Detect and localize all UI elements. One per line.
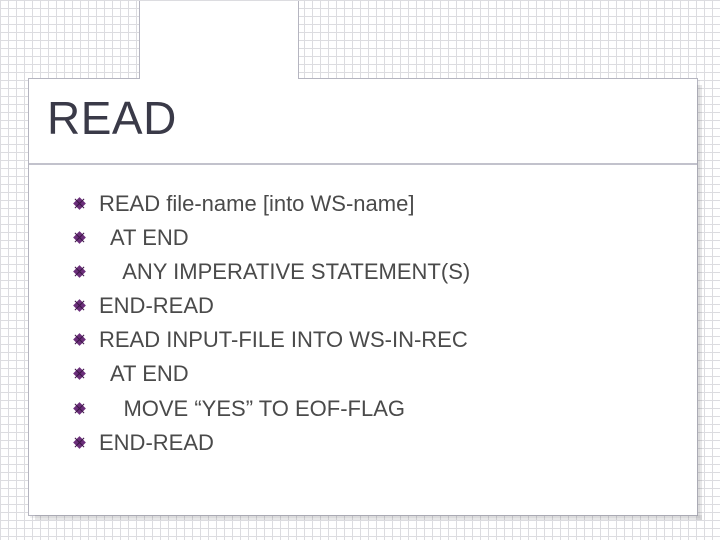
diamond-bullet-icon [73, 333, 86, 346]
diamond-bullet-icon [73, 231, 86, 244]
list-item-text: AT END [99, 361, 189, 386]
diamond-bullet-icon [73, 436, 86, 449]
panel-tab [139, 1, 299, 79]
list-item: ANY IMPERATIVE STATEMENT(S) [99, 255, 697, 289]
diamond-bullet-icon [73, 197, 86, 210]
slide-title: READ [29, 79, 697, 163]
slide-background: READ READ file-name [into WS-name] AT EN… [0, 0, 720, 540]
title-divider [29, 163, 697, 165]
list-item-text: END-READ [99, 430, 214, 455]
list-item: AT END [99, 221, 697, 255]
list-item: READ INPUT-FILE INTO WS-IN-REC [99, 323, 697, 357]
list-item: END-READ [99, 426, 697, 460]
diamond-bullet-icon [73, 402, 86, 415]
diamond-bullet-icon [73, 367, 86, 380]
slide-panel: READ READ file-name [into WS-name] AT EN… [28, 78, 698, 516]
list-item: AT END [99, 357, 697, 391]
list-item-text: READ INPUT-FILE INTO WS-IN-REC [99, 327, 468, 352]
diamond-bullet-icon [73, 265, 86, 278]
list-item: READ file-name [into WS-name] [99, 187, 697, 221]
list-item: MOVE “YES” TO EOF-FLAG [99, 392, 697, 426]
list-item-text: END-READ [99, 293, 214, 318]
list-item-text: ANY IMPERATIVE STATEMENT(S) [99, 259, 470, 284]
list-item-text: MOVE “YES” TO EOF-FLAG [99, 396, 405, 421]
list-item-text: AT END [99, 225, 189, 250]
list-item-text: READ file-name [into WS-name] [99, 191, 414, 216]
bullet-list: READ file-name [into WS-name] AT END ANY… [29, 187, 697, 460]
list-item: END-READ [99, 289, 697, 323]
diamond-bullet-icon [73, 299, 86, 312]
